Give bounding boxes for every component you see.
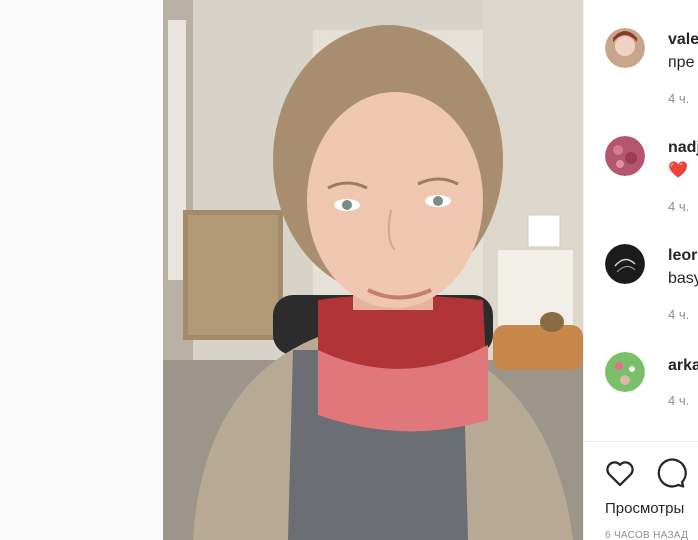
comment-text: ❤️ (668, 162, 688, 179)
video-image (163, 0, 583, 540)
post-timestamp[interactable]: 6 ЧАСОВ НАЗАД (605, 530, 688, 540)
avatar[interactable] (605, 352, 645, 392)
comment-time[interactable]: 4 ч. (668, 91, 689, 106)
comment-icon (657, 458, 687, 488)
comment-username[interactable]: vale (668, 31, 698, 49)
comment-time[interactable]: 4 ч. (668, 393, 689, 408)
comment-text: пре (668, 54, 695, 71)
divider (584, 441, 698, 442)
page-background (0, 0, 163, 540)
comment-username[interactable]: nadj (668, 139, 698, 157)
avatar[interactable] (605, 136, 645, 176)
avatar[interactable] (605, 244, 645, 284)
comment-username[interactable]: arka (668, 357, 698, 375)
comments-panel: vale пре 4 ч. nadj ❤️ 4 ч. leor basy 4 ч… (583, 0, 698, 540)
comment-text: basy (668, 270, 698, 287)
comment-button[interactable] (653, 456, 687, 490)
comment-username[interactable]: leor (668, 247, 697, 265)
comment-time[interactable]: 4 ч. (668, 307, 689, 322)
comment-time[interactable]: 4 ч. (668, 199, 689, 214)
avatar[interactable] (605, 28, 645, 68)
heart-icon (606, 461, 634, 487)
video-frame[interactable] (163, 0, 583, 540)
like-button[interactable] (603, 456, 637, 490)
views-count[interactable]: Просмотры (605, 500, 684, 517)
